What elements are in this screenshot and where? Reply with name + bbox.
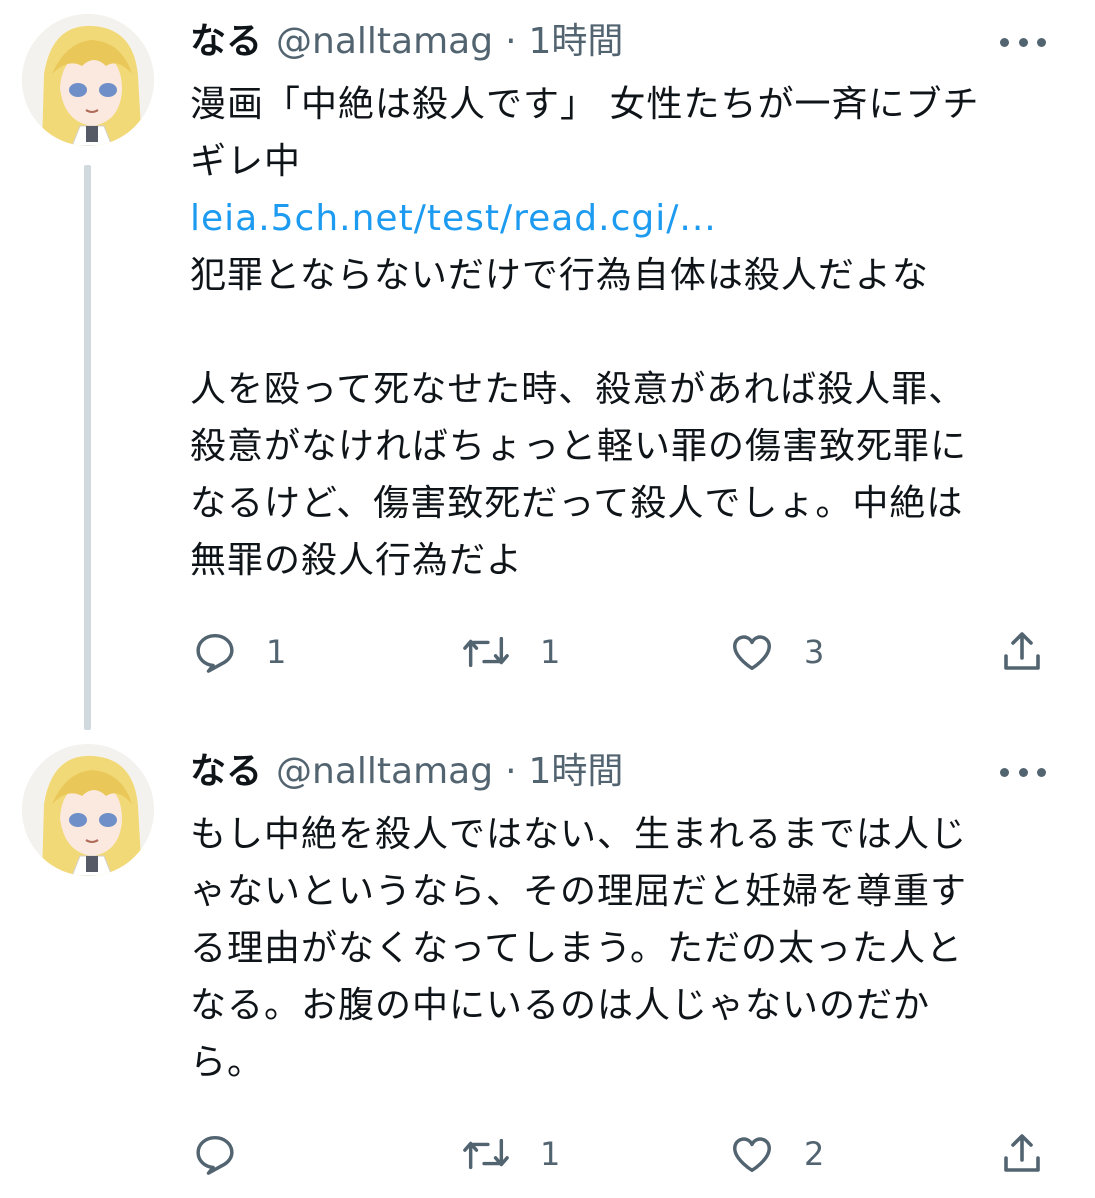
avatar-image — [22, 14, 154, 146]
like-button[interactable]: 2 — [728, 1124, 824, 1184]
text-line — [190, 304, 1060, 361]
tweet-text: 漫画「中絶は殺人です」 女性たちが一斉にブチ ギレ中 leia.5ch.net/… — [190, 76, 1060, 589]
text-line: もし中絶を殺人ではない、生まれるまでは人じ — [190, 814, 968, 855]
tweet-actions: 1 1 3 — [0, 622, 1095, 682]
author-handle[interactable]: @nalltamag — [276, 12, 493, 72]
tweet-link[interactable]: leia.5ch.net/test/read.cgi/... — [190, 198, 717, 239]
retweet-icon — [463, 636, 509, 668]
share-icon — [1004, 1134, 1040, 1172]
retweet-count: 1 — [540, 1135, 561, 1173]
tweet-text: もし中絶を殺人ではない、生まれるまでは人じ ゃないというなら、その理屈だと妊婦を… — [190, 806, 1060, 1091]
tweet-actions: 1 2 — [0, 1124, 1095, 1184]
heart-icon — [733, 635, 771, 671]
avatar[interactable] — [22, 744, 154, 876]
reply-icon — [196, 1135, 234, 1175]
reply-button[interactable] — [192, 1124, 266, 1184]
more-dots-icon[interactable] — [1000, 762, 1046, 782]
author-name[interactable]: なる — [190, 742, 262, 802]
separator: · — [505, 751, 517, 792]
author-handle[interactable]: @nalltamag — [276, 742, 493, 802]
timestamp[interactable]: 1時間 — [529, 12, 624, 72]
like-button[interactable]: 3 — [728, 622, 824, 682]
heart-icon — [733, 1137, 771, 1173]
timestamp[interactable]: 1時間 — [529, 742, 624, 802]
separator: · — [505, 21, 517, 62]
retweet-icon — [463, 1138, 509, 1170]
avatar[interactable] — [22, 14, 154, 146]
tweet-header: なる @nalltamag · 1時間 — [190, 12, 623, 72]
share-button[interactable] — [998, 622, 1046, 682]
author-name[interactable]: なる — [190, 12, 262, 72]
text-line: 犯罪とならないだけで行為自体は殺人だよな — [190, 255, 929, 296]
more-dots-icon[interactable] — [1000, 32, 1046, 52]
text-line: 人を殴って死なせた時、殺意があれば殺人罪、 — [190, 369, 966, 410]
like-count: 3 — [804, 633, 825, 671]
like-count: 2 — [804, 1135, 825, 1173]
reply-icon — [196, 633, 234, 673]
share-button[interactable] — [998, 1124, 1046, 1184]
text-line: る理由がなくなってしまう。ただの太った人と — [190, 928, 964, 969]
text-line: 殺意がなければちょっと軽い罪の傷害致死罪に — [190, 426, 968, 467]
reply-button[interactable]: 1 — [192, 622, 286, 682]
retweet-count: 1 — [540, 633, 561, 671]
retweet-button[interactable]: 1 — [460, 1124, 560, 1184]
text-line: なるけど、傷害致死だって殺人でしょ。中絶は — [190, 483, 964, 524]
text-line: ら。 — [190, 1042, 265, 1083]
avatar-image — [22, 744, 154, 876]
text-line: ギレ中 — [190, 141, 302, 182]
reply-count: 1 — [266, 633, 287, 671]
text-line: 無罪の殺人行為だよ — [190, 540, 524, 581]
retweet-button[interactable]: 1 — [460, 622, 560, 682]
tweet-header: なる @nalltamag · 1時間 — [190, 742, 623, 802]
share-icon — [1004, 632, 1040, 670]
text-line: ゃないというなら、その理屈だと妊婦を尊重す — [190, 871, 968, 912]
text-line: 漫画「中絶は殺人です」 女性たちが一斉にブチ — [190, 84, 980, 125]
text-line: なる。お腹の中にいるのは人じゃないのだか — [190, 985, 931, 1026]
